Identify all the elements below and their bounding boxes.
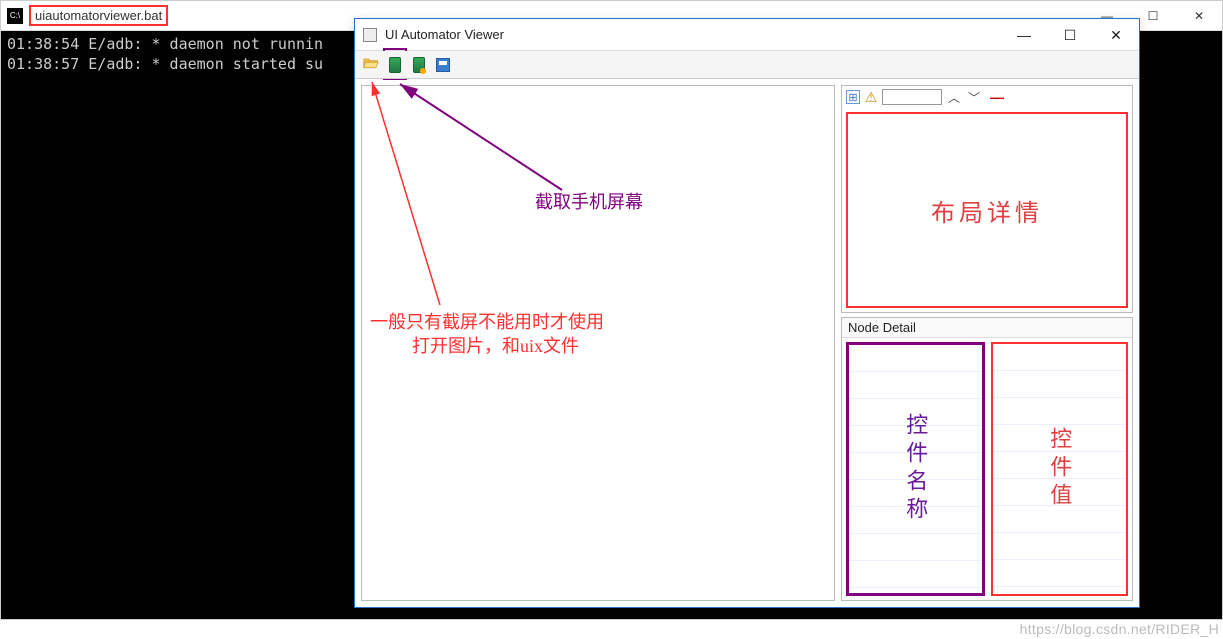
- screenshot-canvas[interactable]: [361, 85, 835, 601]
- device-screenshot-button[interactable]: [385, 55, 405, 75]
- cmd-icon: C:\: [7, 8, 23, 24]
- cmd-close-button[interactable]: ✕: [1176, 1, 1222, 31]
- search-next-button[interactable]: ﹀: [966, 89, 982, 106]
- uav-body: ⊞ ⚠ ︿ ﹀ — 布局详情 Node Detail 控件名称: [355, 79, 1139, 607]
- search-prev-button[interactable]: ︿: [946, 89, 962, 106]
- uiautomator-window: UI Automator Viewer — ☐ ✕ ⊞: [354, 18, 1140, 608]
- uav-maximize-button[interactable]: ☐: [1047, 19, 1093, 51]
- uav-toolbar: [355, 51, 1139, 79]
- device-icon: [389, 57, 401, 73]
- expand-all-button[interactable]: ⊞: [846, 90, 860, 104]
- device-compressed-icon: [413, 57, 425, 73]
- save-icon: [436, 58, 450, 72]
- cmd-line-1: 01:38:57 E/adb: * daemon started su: [7, 55, 323, 73]
- warning-icon: ⚠: [864, 90, 878, 104]
- node-detail-panel: Node Detail 控件名称 控件值: [841, 317, 1133, 601]
- layout-detail-box: 布局详情: [846, 112, 1128, 308]
- collapse-button[interactable]: —: [986, 89, 1008, 105]
- node-value-column-label: 控件值: [1046, 427, 1074, 511]
- cmd-title: uiautomatorviewer.bat: [29, 5, 168, 26]
- watermark: https://blog.csdn.net/RIDER_H: [1020, 621, 1219, 637]
- layout-tree-panel: ⊞ ⚠ ︿ ﹀ — 布局详情: [841, 85, 1133, 313]
- layout-detail-label: 布局详情: [931, 193, 1043, 228]
- uav-minimize-button[interactable]: —: [1001, 19, 1047, 51]
- open-file-button[interactable]: [361, 55, 381, 75]
- tree-search-input[interactable]: [882, 89, 942, 105]
- uav-app-icon: [363, 28, 377, 42]
- node-detail-columns: 控件名称 控件值: [842, 338, 1132, 600]
- uav-close-button[interactable]: ✕: [1093, 19, 1139, 51]
- save-button[interactable]: [433, 55, 453, 75]
- cmd-line-0: 01:38:54 E/adb: * daemon not runnin: [7, 35, 323, 53]
- node-value-column: 控件值: [991, 342, 1128, 596]
- uav-titlebar: UI Automator Viewer — ☐ ✕: [355, 19, 1139, 51]
- uav-title: UI Automator Viewer: [385, 27, 504, 42]
- tree-toolbar: ⊞ ⚠ ︿ ﹀ —: [842, 86, 1132, 108]
- node-name-column-label: 控件名称: [902, 413, 930, 525]
- node-name-column: 控件名称: [846, 342, 985, 596]
- node-detail-title: Node Detail: [842, 318, 1132, 338]
- right-panels: ⊞ ⚠ ︿ ﹀ — 布局详情 Node Detail 控件名称: [841, 85, 1133, 601]
- device-screenshot-compressed-button[interactable]: [409, 55, 429, 75]
- folder-open-icon: [363, 56, 379, 73]
